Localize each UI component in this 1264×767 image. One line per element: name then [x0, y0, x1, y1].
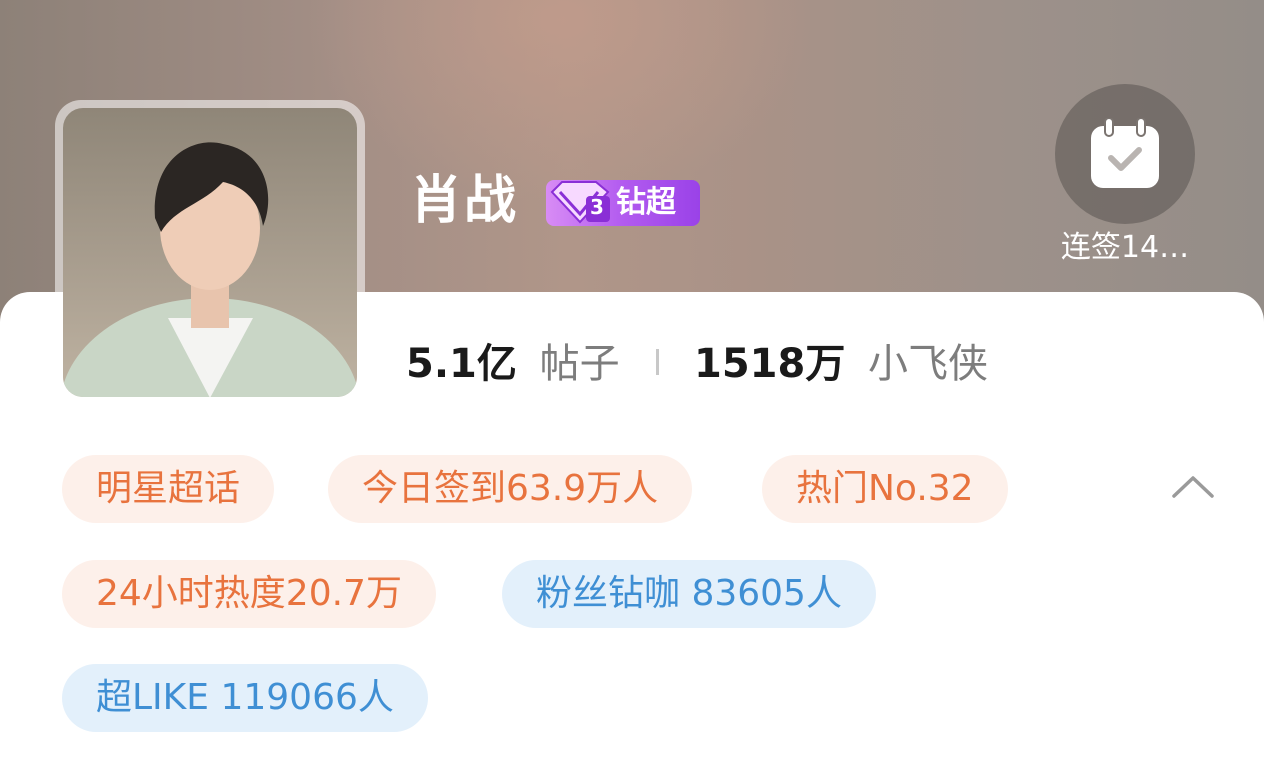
tag-super-like[interactable]: 超LIKE 119066人: [62, 664, 428, 732]
posts-count: 5.1亿: [406, 341, 517, 387]
stat-divider: [656, 349, 659, 375]
badge-label: 钻超: [616, 185, 676, 220]
checkin-button[interactable]: [1055, 84, 1195, 224]
diamond-badge[interactable]: 3 钻超: [546, 180, 700, 226]
calendar-check-icon: [1091, 118, 1159, 188]
checkin-label[interactable]: 连签14…: [1050, 226, 1200, 270]
tag-fan-diamond[interactable]: 粉丝钻咖 83605人: [502, 560, 876, 628]
badge-level: 3: [590, 195, 604, 219]
fans-label: 小飞侠: [868, 341, 989, 387]
posts-label: 帖子: [539, 341, 620, 387]
tag-24h-heat[interactable]: 24小时热度20.7万: [62, 560, 436, 628]
topic-title: 肖战: [410, 171, 519, 231]
diamond-icon: [550, 181, 610, 224]
tag-hot-rank[interactable]: 热门No.32: [762, 455, 1008, 523]
chevron-up-icon[interactable]: [1168, 466, 1218, 506]
topic-avatar[interactable]: [55, 100, 365, 405]
fans-stat: 1518万 小飞侠: [694, 338, 988, 390]
tag-checkin-count[interactable]: 今日签到63.9万人: [328, 455, 693, 523]
tag-star-topic[interactable]: 明星超话: [62, 455, 275, 523]
fans-count: 1518万: [694, 341, 846, 387]
avatar-image: [63, 108, 357, 397]
posts-stat: 5.1亿 帖子: [406, 338, 620, 390]
